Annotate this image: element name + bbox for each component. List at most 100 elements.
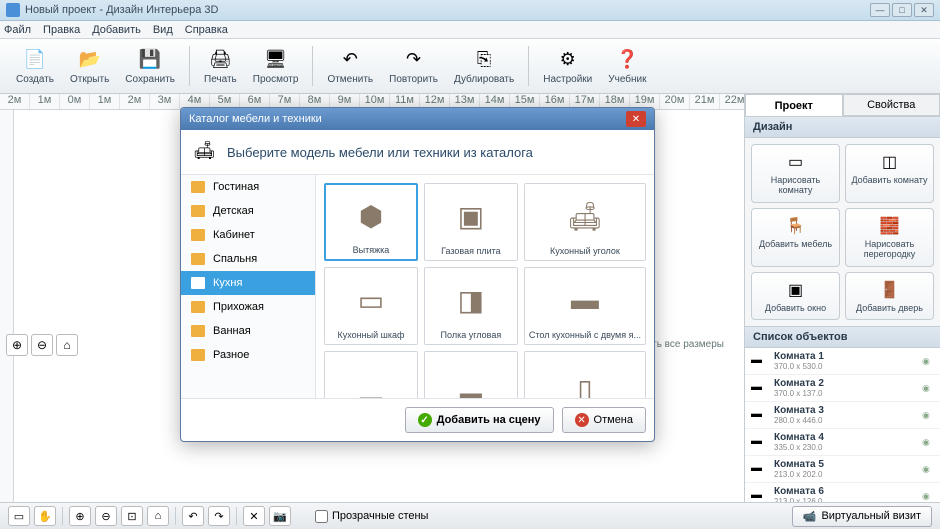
toolbar-дублировать[interactable]: ⎘Дублировать xyxy=(446,46,522,87)
toolbar-печать[interactable]: 🖨Печать xyxy=(196,46,245,87)
catalog-item[interactable]: ◨Полка угловая xyxy=(424,267,518,345)
folder-icon xyxy=(191,205,205,217)
object-list[interactable]: ▬Комната 1370.0 x 530.0◉▬Комната 2370.0 … xyxy=(745,348,940,502)
visibility-icon[interactable]: ◉ xyxy=(922,437,934,448)
menu-edit[interactable]: Правка xyxy=(43,24,80,36)
tool-redo[interactable]: ↷ xyxy=(208,506,230,526)
category-Прихожая[interactable]: Прихожая xyxy=(181,295,315,319)
category-Кухня[interactable]: Кухня xyxy=(181,271,315,295)
visibility-icon[interactable]: ◉ xyxy=(922,491,934,502)
cancel-icon: ✕ xyxy=(575,413,589,427)
minimize-button[interactable]: — xyxy=(870,3,890,17)
visibility-icon[interactable]: ◉ xyxy=(922,410,934,421)
tab-project[interactable]: Проект xyxy=(745,94,843,116)
catalog-item[interactable]: ▂ xyxy=(324,351,418,398)
design-Добавить-мебель[interactable]: 🪑Добавить мебель xyxy=(751,208,840,267)
folder-icon xyxy=(191,229,205,241)
home-button[interactable]: ⌂ xyxy=(56,334,78,356)
design-Добавить-окно[interactable]: ▣Добавить окно xyxy=(751,272,840,321)
transparent-walls-checkbox[interactable] xyxy=(315,510,328,523)
visibility-icon[interactable]: ◉ xyxy=(922,356,934,367)
close-button[interactable]: ✕ xyxy=(914,3,934,17)
toolbar-учебник[interactable]: ❓Учебник xyxy=(600,46,654,87)
zoom-out-button[interactable]: ⊖ xyxy=(31,334,53,356)
window-title: Новый проект - Дизайн Интерьера 3D xyxy=(25,4,870,16)
category-Разное[interactable]: Разное xyxy=(181,343,315,367)
folder-icon xyxy=(191,349,205,361)
design-Добавить-дверь[interactable]: 🚪Добавить дверь xyxy=(845,272,934,321)
toolbar-открыть[interactable]: 📂Открыть xyxy=(62,46,117,87)
Дублировать-icon: ⎘ xyxy=(472,48,496,72)
tool-zoom-fit[interactable]: ⊡ xyxy=(121,506,143,526)
folder-icon xyxy=(191,301,205,313)
folder-icon xyxy=(191,277,205,289)
object-item[interactable]: ▬Комната 2370.0 x 137.0◉ xyxy=(745,375,940,402)
object-item[interactable]: ▬Комната 1370.0 x 530.0◉ xyxy=(745,348,940,375)
catalog-item[interactable]: ▭Кухонный шкаф xyxy=(324,267,418,345)
tool-home[interactable]: ⌂ xyxy=(147,506,169,526)
category-Спальня[interactable]: Спальня xyxy=(181,247,315,271)
dialog-title: Каталог мебели и техники xyxy=(189,113,626,125)
add-to-scene-button[interactable]: ✓ Добавить на сцену xyxy=(405,407,554,433)
right-panel: Проект Свойства Дизайн ▭Нарисовать комна… xyxy=(745,94,940,502)
tool-pan[interactable]: ✋ xyxy=(34,506,56,526)
tool-undo[interactable]: ↶ xyxy=(182,506,204,526)
cancel-button[interactable]: ✕ Отмена xyxy=(562,407,646,433)
catalog-item[interactable]: ▯ xyxy=(524,351,646,398)
object-item[interactable]: ▬Комната 5213.0 x 202.0◉ xyxy=(745,456,940,483)
tab-properties[interactable]: Свойства xyxy=(843,94,940,116)
toolbar-создать[interactable]: 📄Создать xyxy=(8,46,62,87)
category-Кабинет[interactable]: Кабинет xyxy=(181,223,315,247)
Печать-icon: 🖨 xyxy=(208,48,232,72)
catalog-item[interactable]: ⬢Вытяжка xyxy=(324,183,418,261)
virtual-visit-button[interactable]: 📹 Виртуальный визит xyxy=(792,506,932,527)
menu-file[interactable]: Файл xyxy=(4,24,31,36)
design-Нарисовать-перегородку[interactable]: 🧱Нарисовать перегородку xyxy=(845,208,934,267)
category-list: ГостинаяДетскаяКабинетСпальняКухняПрихож… xyxy=(181,175,316,398)
object-icon: ▬ xyxy=(751,462,769,476)
catalog-item[interactable]: 🛋Кухонный уголок xyxy=(524,183,646,261)
Просмотр-icon: 🖥 xyxy=(264,48,288,72)
zoom-in-button[interactable]: ⊕ xyxy=(6,334,28,356)
main-toolbar: 📄Создать📂Открыть💾Сохранить 🖨Печать🖥Просмо… xyxy=(0,39,940,94)
menu-help[interactable]: Справка xyxy=(185,24,228,36)
catalog-dialog: Каталог мебели и техники ✕ 🛋 Выберите мо… xyxy=(180,107,655,442)
category-Гостиная[interactable]: Гостиная xyxy=(181,175,315,199)
object-icon: ▬ xyxy=(751,408,769,422)
category-Детская[interactable]: Детская xyxy=(181,199,315,223)
catalog-item[interactable]: ▣Газовая плита xyxy=(424,183,518,261)
dialog-close-button[interactable]: ✕ xyxy=(626,111,646,127)
item-grid: ⬢Вытяжка▣Газовая плита🛋Кухонный уголок ▭К… xyxy=(316,175,654,398)
design-Добавить-комнату[interactable]: ◫Добавить комнату xyxy=(845,144,934,203)
tool-select[interactable]: ▭ xyxy=(8,506,30,526)
object-item[interactable]: ▬Комната 3280.0 x 446.0◉ xyxy=(745,402,940,429)
tool-zoom-in[interactable]: ⊕ xyxy=(69,506,91,526)
item-thumbnail: ⬢ xyxy=(330,189,412,243)
toolbar-повторить[interactable]: ↷Повторить xyxy=(381,46,446,87)
window-titlebar: Новый проект - Дизайн Интерьера 3D — □ ✕ xyxy=(0,0,940,21)
toolbar-сохранить[interactable]: 💾Сохранить xyxy=(117,46,183,87)
toolbar-просмотр[interactable]: 🖥Просмотр xyxy=(245,46,307,87)
maximize-button[interactable]: □ xyxy=(892,3,912,17)
object-item[interactable]: ▬Комната 4335.0 x 230.0◉ xyxy=(745,429,940,456)
visibility-icon[interactable]: ◉ xyxy=(922,383,934,394)
toolbar-отменить[interactable]: ↶Отменить xyxy=(319,46,381,87)
tool-delete[interactable]: ✕ xyxy=(243,506,265,526)
bottom-toolbar: ▭ ✋ ⊕ ⊖ ⊡ ⌂ ↶ ↷ ✕ 📷 Прозрачные стены 📹 В… xyxy=(0,502,940,529)
visibility-icon[interactable]: ◉ xyxy=(922,464,934,475)
catalog-item[interactable]: ▬Стол кухонный с двумя я... xyxy=(524,267,646,345)
object-icon: ▬ xyxy=(751,435,769,449)
catalog-item[interactable]: ▃ xyxy=(424,351,518,398)
category-Ванная[interactable]: Ванная xyxy=(181,319,315,343)
tool-capture[interactable]: 📷 xyxy=(269,506,291,526)
toolbar-настройки[interactable]: ⚙Настройки xyxy=(535,46,600,87)
object-item[interactable]: ▬Комната 6213.0 x 126.0◉ xyxy=(745,483,940,502)
design-Нарисовать-комнату[interactable]: ▭Нарисовать комнату xyxy=(751,144,840,203)
app-icon xyxy=(6,3,20,17)
object-icon: ▬ xyxy=(751,354,769,368)
item-thumbnail: ◨ xyxy=(429,272,513,328)
menu-view[interactable]: Вид xyxy=(153,24,173,36)
Настройки-icon: ⚙ xyxy=(556,48,580,72)
tool-zoom-out[interactable]: ⊖ xyxy=(95,506,117,526)
menu-add[interactable]: Добавить xyxy=(92,24,141,36)
